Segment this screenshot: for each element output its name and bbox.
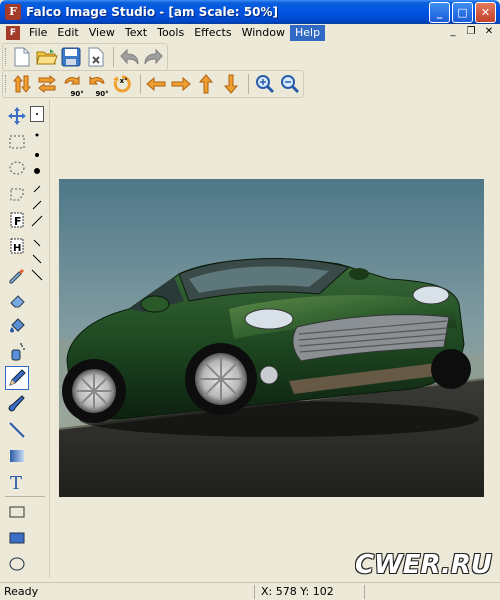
new-document-icon[interactable] [11, 45, 34, 69]
zoom-out-icon[interactable] [278, 72, 301, 96]
status-bar: Ready X: 578 Y: 102 [0, 582, 500, 600]
file-toolbar [2, 43, 168, 71]
doc-minimize-button[interactable]: _ [446, 26, 460, 39]
line-tool-icon[interactable] [5, 418, 29, 442]
cursor-coordinates: X: 578 Y: 102 [254, 584, 364, 599]
toolbar-grip[interactable] [5, 75, 8, 93]
save-disk-icon[interactable] [60, 45, 83, 69]
brush-size-4[interactable] [31, 162, 43, 180]
transform-toolbar: 90° 90° x° [2, 70, 304, 98]
toolbar-separator [248, 74, 250, 94]
ellipse-outline-icon[interactable] [5, 552, 29, 576]
menu-edit[interactable]: Edit [52, 25, 83, 41]
gradient-icon[interactable] [5, 444, 29, 468]
rotate-custom-label: x° [119, 77, 128, 85]
tool-palette: F H T [2, 100, 50, 578]
falco-app-icon[interactable]: F [5, 4, 21, 20]
brush-icon[interactable] [5, 392, 29, 416]
menu-view[interactable]: View [84, 25, 120, 41]
doc-close-button[interactable]: ✕ [482, 26, 496, 39]
rotate-right-90-icon[interactable]: 90° [86, 72, 109, 98]
redo-icon[interactable] [143, 45, 166, 69]
document-icon[interactable]: F [6, 26, 20, 40]
rotate-left-90-icon[interactable]: 90° [61, 72, 84, 98]
fill-bucket-icon[interactable] [5, 314, 29, 338]
crop-tool-icon[interactable]: F [5, 208, 29, 232]
pencil-icon[interactable] [5, 366, 29, 390]
rectangle-filled-icon[interactable] [5, 526, 29, 550]
close-document-icon[interactable] [85, 45, 108, 69]
arrow-down-icon[interactable] [219, 72, 242, 96]
arrow-left-icon[interactable] [145, 72, 168, 96]
menu-bar: F File Edit View Text Tools Effects Wind… [0, 24, 500, 42]
palette-separator [5, 496, 45, 497]
car-photo[interactable] [59, 179, 484, 497]
svg-text:F: F [14, 215, 22, 228]
menu-help[interactable]: Help [289, 25, 326, 41]
text-tool-icon[interactable]: T [5, 470, 29, 494]
eyedropper-icon[interactable] [5, 262, 29, 286]
svg-text:T: T [10, 473, 22, 492]
menu-tools[interactable]: Tools [152, 25, 189, 41]
move-tool-icon[interactable] [5, 104, 29, 128]
window-title: Falco Image Studio - [am Scale: 50%] [26, 5, 278, 19]
rectangle-outline-icon[interactable] [5, 500, 29, 524]
lasso-select-icon[interactable] [5, 182, 29, 206]
close-button[interactable]: ✕ [475, 2, 496, 23]
watermark: CWER.RU [354, 550, 492, 580]
rotate-custom-icon[interactable]: x° [111, 72, 134, 96]
brush-slash-3[interactable] [31, 212, 43, 230]
toolbar-separator [139, 74, 141, 94]
flip-horizontal-icon[interactable] [36, 72, 59, 96]
spray-icon[interactable] [5, 340, 29, 364]
title-bar[interactable]: F Falco Image Studio - [am Scale: 50%] _… [0, 0, 500, 24]
status-panel [364, 584, 500, 599]
toolbar-grip[interactable] [5, 48, 8, 66]
maximize-button[interactable]: □ [452, 2, 473, 23]
eraser-icon[interactable] [5, 288, 29, 312]
arrow-right-icon[interactable] [169, 72, 192, 96]
menu-window[interactable]: Window [237, 25, 290, 41]
rotate-left-label: 90° [70, 90, 84, 98]
arrow-up-icon[interactable] [194, 72, 217, 96]
brush-backslash-3[interactable] [31, 266, 43, 284]
menu-effects[interactable]: Effects [189, 25, 236, 41]
menu-text[interactable]: Text [120, 25, 152, 41]
undo-icon[interactable] [118, 45, 141, 69]
doc-restore-button[interactable]: ❐ [464, 26, 478, 39]
rotate-right-label: 90° [95, 90, 109, 98]
menu-file[interactable]: File [24, 25, 52, 41]
open-folder-icon[interactable] [36, 45, 59, 69]
toolbar-separator [113, 47, 114, 67]
brush-size-2[interactable] [31, 126, 43, 144]
canvas-workspace[interactable] [50, 100, 498, 578]
minimize-button[interactable]: _ [429, 2, 450, 23]
svg-text:H: H [13, 243, 21, 254]
zoom-in-icon[interactable] [253, 72, 276, 96]
rect-select-icon[interactable] [5, 130, 29, 154]
brush-size-1[interactable] [30, 106, 44, 122]
ellipse-select-icon[interactable] [5, 156, 29, 180]
status-text: Ready [4, 585, 39, 598]
flip-vertical-icon[interactable] [11, 72, 34, 96]
resize-tool-icon[interactable]: H [5, 234, 29, 258]
